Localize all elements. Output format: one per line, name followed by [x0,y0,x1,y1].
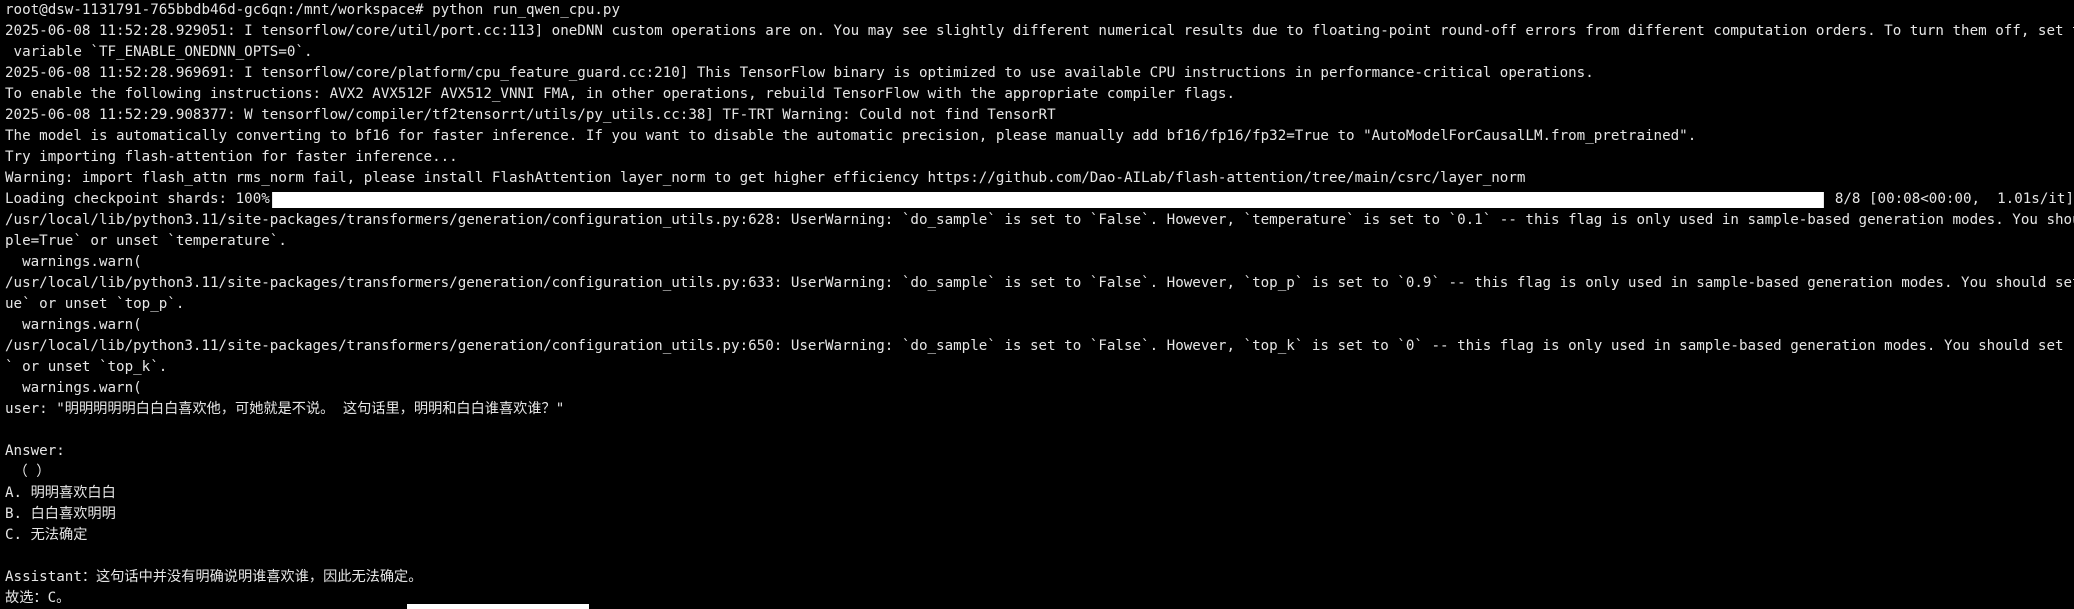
shell-prompt-command: root@dsw-1131791-765bbdb46d-gc6qn:/mnt/w… [5,2,620,18]
option-c: C. 无法确定 [5,527,88,543]
log-line: Warning: import flash_attn rms_norm fail… [5,170,1526,186]
progress-prefix: Loading checkpoint shards: 100% [5,191,270,207]
warning-line: /usr/local/lib/python3.11/site-packages/… [5,212,2074,228]
checkpoint-progress-line: Loading checkpoint shards: 100% 8/8 [00:… [5,189,2074,210]
warning-line: /usr/local/lib/python3.11/site-packages/… [5,338,2074,354]
user-prompt-line: user: "明明明明明白白白喜欢他，可她就是不说。 这句话里，明明和白白谁喜欢… [5,401,565,417]
warning-line: warnings.warn( [5,254,142,270]
option-a: A. 明明喜欢白白 [5,485,116,501]
log-line: 2025-06-08 11:52:28.969691: I tensorflow… [5,65,1594,81]
log-line: To enable the following instructions: AV… [5,86,1235,102]
text-selection-cursor [407,604,589,609]
warning-line: /usr/local/lib/python3.11/site-packages/… [5,275,2074,291]
progress-suffix: 8/8 [00:08<00:00, 1.01s/it] [1826,191,2074,207]
answer-header: Answer: [5,443,65,459]
progress-bar-fill [272,191,1824,208]
assistant-conclusion: 故选：C。 [5,590,71,606]
assistant-response: Assistant：这句话中并没有明确说明谁喜欢谁，因此无法确定。 [5,569,423,585]
log-line: variable `TF_ENABLE_ONEDNN_OPTS=0`. [5,44,313,60]
option-b: B. 白白喜欢明明 [5,506,116,522]
terminal-window[interactable]: root@dsw-1131791-765bbdb46d-gc6qn:/mnt/w… [0,0,2074,609]
progress-bar [271,191,1825,208]
warning-line: ue` or unset `top_p`. [5,296,185,312]
log-line: 2025-06-08 11:52:28.929051: I tensorflow… [5,23,2074,39]
answer-blank-paren: （ ） [5,464,51,480]
warning-line: ple=True` or unset `temperature`. [5,233,287,249]
warning-line: ` or unset `top_k`. [5,359,168,375]
log-line: Try importing flash-attention for faster… [5,149,458,165]
warning-line: warnings.warn( [5,317,142,333]
log-line: 2025-06-08 11:52:29.908377: W tensorflow… [5,107,1056,123]
log-line: The model is automatically converting to… [5,128,1697,144]
warning-line: warnings.warn( [5,380,142,396]
